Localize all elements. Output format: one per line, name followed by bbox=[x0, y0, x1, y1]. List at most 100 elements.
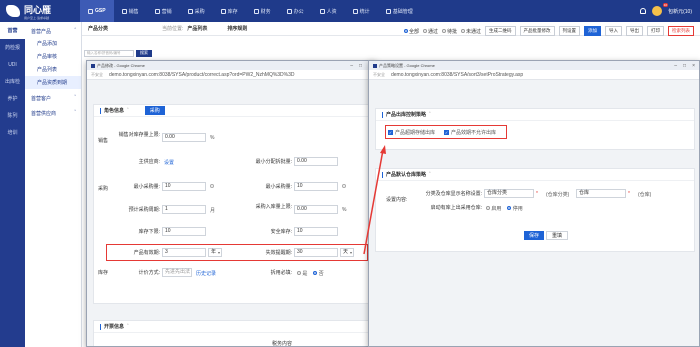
display-name-label: 分类及仓库显示名称设置: bbox=[425, 191, 482, 197]
nav-item-1[interactable]: 销售 bbox=[114, 0, 147, 22]
min-buy-input[interactable]: 10 bbox=[162, 182, 206, 191]
sales-limit-input[interactable]: 0.00 bbox=[162, 133, 206, 142]
enable-radio[interactable]: 启用 bbox=[486, 205, 501, 212]
nav-item-9[interactable]: 基础管理 bbox=[378, 0, 421, 22]
sidebar-item-2[interactable]: UDI bbox=[0, 56, 25, 73]
sidebar-item-3[interactable]: 出库检 bbox=[0, 73, 25, 90]
maximize-icon[interactable]: □ bbox=[683, 63, 686, 69]
filter-all[interactable]: 全部 bbox=[403, 28, 419, 35]
history-link[interactable]: 历史记录 bbox=[196, 270, 216, 277]
cycle-label: 预计采购周期: bbox=[128, 207, 160, 213]
user-name[interactable]: 包新元(10) bbox=[668, 8, 692, 15]
close-icon[interactable]: × bbox=[692, 63, 695, 69]
column-settings-button[interactable]: 列设置 bbox=[558, 26, 580, 36]
safe-stock-input[interactable]: 10 bbox=[294, 227, 338, 236]
submenu-group-products[interactable]: 首营产品 ˆ bbox=[25, 22, 81, 37]
search-list-button[interactable]: 检索列表 bbox=[668, 26, 694, 36]
split-no-radio[interactable]: 否 bbox=[313, 270, 324, 277]
security-label: 不安全 bbox=[373, 71, 385, 77]
left-sidebar: 首营 药检报 UDI 出库检 养护 陈列 培训 bbox=[0, 22, 25, 347]
chevron-up-icon[interactable]: ˆ bbox=[127, 108, 129, 114]
nav-label: 基础管理 bbox=[392, 8, 413, 15]
submenu-group-suppliers[interactable]: 首营供应商 ˇ bbox=[25, 104, 81, 119]
stock-low-input[interactable]: 10 bbox=[162, 227, 206, 236]
in-limit-input[interactable]: 0.00 bbox=[294, 205, 338, 214]
people-icon bbox=[319, 8, 325, 14]
batch-edit-button[interactable]: 产品批量修改 bbox=[519, 26, 555, 36]
address-bar[interactable]: 不安全 demo.tongxinyan.com:8038/SYSA/sort3/… bbox=[369, 70, 699, 80]
minimize-icon[interactable]: – bbox=[350, 63, 353, 69]
info-icon[interactable] bbox=[210, 184, 214, 188]
nav-item-8[interactable]: 统计 bbox=[345, 0, 378, 22]
sidebar-item-1[interactable]: 药检报 bbox=[0, 39, 25, 56]
submenu-item-list[interactable]: 产品列表 bbox=[25, 63, 81, 76]
filter-passed[interactable]: 通过 bbox=[422, 28, 438, 35]
top-nav-menu: GSP 销售 营销 采购 库存 财务 办公 人资 统计 基础管理 bbox=[80, 0, 421, 22]
nav-item-7[interactable]: 人资 bbox=[312, 0, 345, 22]
save-button[interactable]: 保存 bbox=[524, 231, 545, 240]
pricing-select[interactable]: 先进先出法 bbox=[162, 268, 192, 277]
app-tagline: 用户至上·追求卓越 bbox=[24, 15, 49, 20]
sort-rule[interactable]: 排序规则 bbox=[227, 25, 247, 32]
card-header: 产品默认仓库策略 ˆ bbox=[376, 169, 694, 181]
bell-icon[interactable] bbox=[640, 8, 647, 14]
submenu-group-customers[interactable]: 首营客户 ˇ bbox=[25, 89, 81, 104]
reset-button[interactable]: 重填 bbox=[546, 231, 569, 240]
nav-item-5[interactable]: 财务 bbox=[246, 0, 279, 22]
nav-label: GSP bbox=[95, 8, 106, 14]
url-text: demo.tongxinyan.com:8038/SYSA/sort3/setP… bbox=[391, 71, 524, 78]
window-title: 产品修改 - Google Chrome bbox=[97, 62, 145, 68]
megaphone-icon bbox=[154, 8, 160, 14]
address-bar[interactable]: 不安全 demo.tongxinyan.com:8038/SYSA/produc… bbox=[87, 70, 375, 80]
min-stock-input[interactable]: 10 bbox=[294, 182, 338, 191]
search-input[interactable]: 输入名称/拼音码/编号 bbox=[84, 50, 134, 57]
nav-item-0[interactable]: GSP bbox=[80, 0, 114, 22]
in-limit-label: 采购入库量上限: bbox=[255, 204, 292, 210]
highlight-box bbox=[106, 244, 368, 261]
min-split-input[interactable]: 0.00 bbox=[294, 157, 338, 166]
info-icon[interactable] bbox=[342, 184, 346, 188]
disable-radio[interactable]: 停用 bbox=[507, 205, 523, 212]
chevron-up-icon[interactable]: ˆ bbox=[429, 112, 431, 118]
filter-pending[interactable]: 待批 bbox=[441, 28, 457, 35]
sidebar-item-4[interactable]: 养护 bbox=[0, 90, 25, 107]
qrcode-button[interactable]: 生成二维码 bbox=[485, 26, 516, 36]
submenu-item-add[interactable]: 产品添加 bbox=[25, 37, 81, 50]
export-button[interactable]: 导出 bbox=[626, 26, 643, 36]
split-required-radios: 是 否 bbox=[297, 270, 324, 277]
import-button[interactable]: 导入 bbox=[605, 26, 622, 36]
app-logo[interactable]: 同心雁 用户至上·追求卓越 bbox=[0, 0, 80, 22]
card-title: 开票信息 bbox=[104, 324, 125, 330]
category-name-input[interactable]: 仓库分类 bbox=[484, 189, 534, 198]
cycle-input[interactable]: 1 bbox=[162, 205, 206, 214]
sidebar-item-6[interactable]: 培训 bbox=[0, 124, 25, 141]
submenu-item-review[interactable]: 产品审核 bbox=[25, 50, 81, 63]
supplier-set-link[interactable]: 设置 bbox=[164, 159, 174, 166]
nav-label: 办公 bbox=[293, 8, 304, 15]
submenu-panel: 首营产品 ˆ 产品添加 产品审核 产品列表 产品资质到期 首营客户 ˇ 首营供应商 ˇ bbox=[25, 22, 82, 347]
default-warehouse-card: 产品默认仓库策略 ˆ 设置内容: 分类及仓库显示名称设置: 仓库分类 * (仓库… bbox=[375, 168, 695, 252]
filter-rejected[interactable]: 未通过 bbox=[460, 28, 481, 35]
sidebar-item-0[interactable]: 首营 bbox=[0, 22, 25, 39]
purchase-button[interactable]: 采购 bbox=[144, 106, 165, 115]
nav-item-4[interactable]: 库存 bbox=[213, 0, 246, 22]
chevron-up-icon[interactable]: ˆ bbox=[127, 324, 129, 330]
avatar[interactable]: 10 bbox=[652, 3, 669, 16]
nav-item-2[interactable]: 营销 bbox=[147, 0, 180, 22]
nav-item-3[interactable]: 采购 bbox=[180, 0, 213, 22]
header-accent bbox=[382, 111, 383, 118]
print-button[interactable]: 打印 bbox=[647, 26, 664, 36]
minimize-icon[interactable]: – bbox=[674, 63, 677, 69]
search-button[interactable]: 搜索 bbox=[136, 50, 152, 57]
nav-item-6[interactable]: 办公 bbox=[279, 0, 312, 22]
chevron-up-icon[interactable]: ˆ bbox=[429, 172, 431, 178]
maximize-icon[interactable]: □ bbox=[359, 63, 362, 69]
warehouse-name-input[interactable]: 仓库 bbox=[576, 189, 626, 198]
enable-label: 启动有库上出采用仓库: bbox=[430, 205, 482, 211]
radio-icon bbox=[313, 271, 318, 275]
sidebar-item-5[interactable]: 陈列 bbox=[0, 107, 25, 124]
submenu-item-expiry[interactable]: 产品资质到期 bbox=[25, 76, 81, 89]
split-yes-radio[interactable]: 是 bbox=[297, 270, 307, 277]
page-title: 产品列表 bbox=[187, 26, 208, 32]
add-button[interactable]: 添加 bbox=[584, 26, 601, 36]
